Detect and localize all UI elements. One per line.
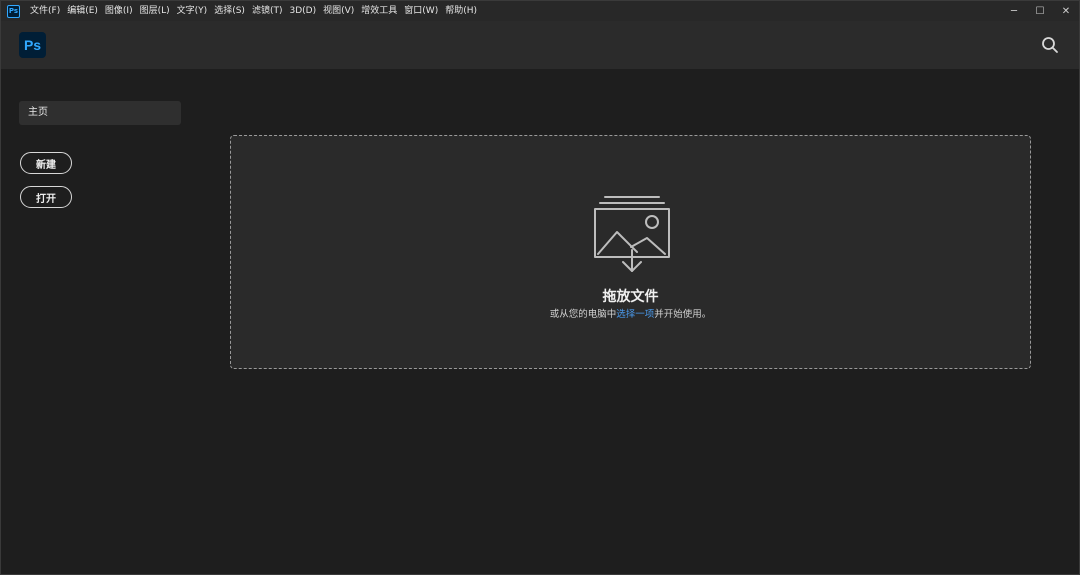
minimize-icon: ─	[1010, 5, 1018, 17]
menu-layer[interactable]: 图层(L)	[137, 1, 174, 21]
close-button[interactable]: ✕	[1053, 1, 1079, 21]
menu-plugins[interactable]: 增效工具	[358, 1, 401, 21]
maximize-button[interactable]: ☐	[1027, 1, 1053, 21]
drop-subtitle: 或从您的电脑中选择一项并开始使用。	[231, 306, 1030, 320]
minimize-button[interactable]: ─	[1001, 1, 1027, 21]
image-import-icon	[594, 196, 670, 272]
drop-title: 拖放文件	[602, 289, 659, 305]
select-file-link[interactable]: 选择一项	[616, 309, 654, 320]
drop-subtitle-suffix: 并开始使用。	[654, 309, 712, 320]
drop-zone[interactable]: 拖放文件 或从您的电脑中选择一项并开始使用。	[230, 135, 1031, 369]
menu-window[interactable]: 窗口(W)	[401, 1, 442, 21]
menu-view[interactable]: 视图(V)	[320, 1, 358, 21]
menu-select[interactable]: 选择(S)	[211, 1, 249, 21]
app-icon[interactable]: Ps	[7, 4, 20, 18]
menu-edit[interactable]: 编辑(E)	[64, 1, 102, 21]
menu-help[interactable]: 帮助(H)	[442, 1, 481, 21]
menu-image[interactable]: 图像(I)	[102, 1, 137, 21]
menu-file[interactable]: 文件(F)	[27, 1, 64, 21]
menu-bar: Ps 文件(F) 编辑(E) 图像(I) 图层(L) 文字(Y) 选择(S) 滤…	[1, 1, 1079, 21]
drop-subtitle-prefix: 或从您的电脑中	[549, 309, 617, 320]
new-button[interactable]: 新建	[20, 152, 72, 174]
window-controls: ─ ☐ ✕	[1001, 1, 1079, 21]
sidebar-item-home[interactable]: 主页	[19, 101, 181, 125]
search-icon	[1042, 37, 1058, 53]
maximize-icon: ☐	[1035, 5, 1045, 17]
menu-3d[interactable]: 3D(D)	[286, 1, 320, 21]
open-button[interactable]: 打开	[20, 186, 72, 208]
menu-filter[interactable]: 滤镜(T)	[249, 1, 287, 21]
photoshop-window: Ps 文件(F) 编辑(E) 图像(I) 图层(L) 文字(Y) 选择(S) 滤…	[0, 0, 1080, 575]
menu-type[interactable]: 文字(Y)	[174, 1, 212, 21]
photoshop-logo: Ps	[19, 32, 46, 58]
header-bar: Ps	[1, 21, 1079, 69]
close-icon: ✕	[1061, 5, 1071, 17]
search-button[interactable]	[1041, 36, 1059, 54]
